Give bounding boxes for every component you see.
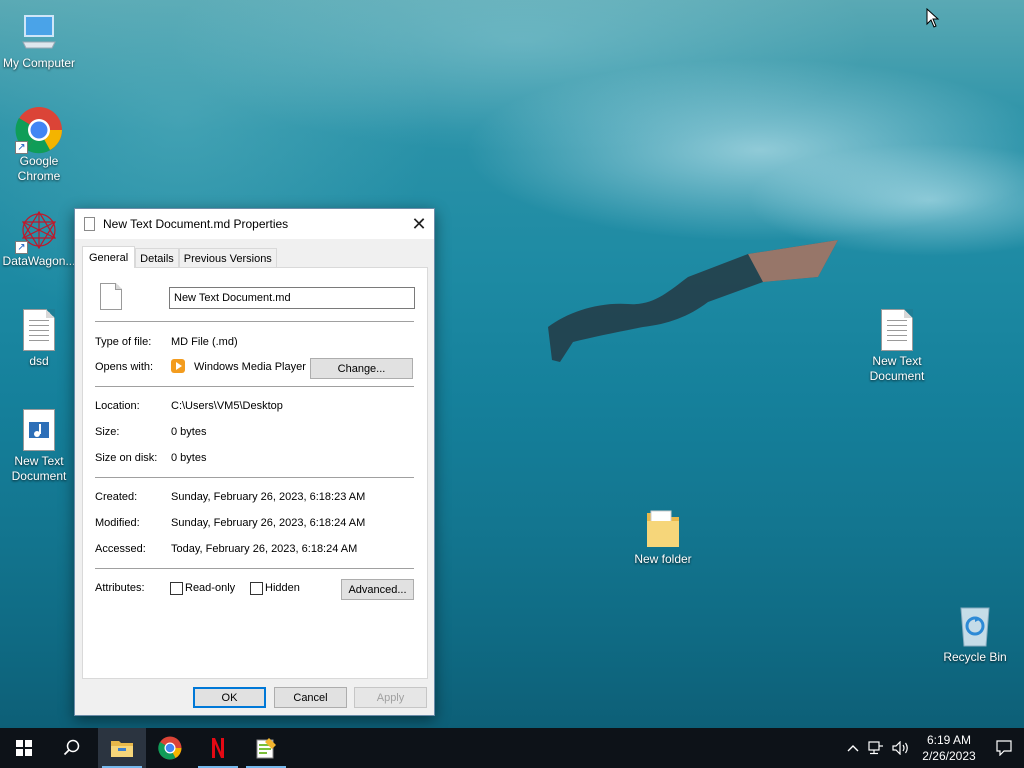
hidden-label[interactable]: Hidden: [265, 582, 300, 594]
accessed-label: Accessed:: [95, 543, 146, 555]
computer-icon: [15, 8, 63, 56]
desktop-icon-label: DataWagon...: [2, 254, 76, 268]
media-file-icon: [15, 406, 63, 454]
desktop-icon-new-text-document-right[interactable]: New Text Document: [857, 306, 937, 384]
modified-value: Sunday, February 26, 2023, 6:18:24 AM: [171, 517, 366, 529]
close-icon[interactable]: ✕: [404, 209, 434, 239]
start-button[interactable]: [0, 728, 48, 768]
taskbar-notepad-plus[interactable]: [242, 728, 290, 768]
separator: [95, 568, 414, 569]
network-button[interactable]: [864, 728, 888, 768]
windows-logo-icon: [16, 740, 32, 756]
desktop-icon-label: Recycle Bin: [943, 650, 1007, 664]
file-properties-dialog: New Text Document.md Properties ✕ Genera…: [74, 208, 435, 716]
diver-illustration: [548, 240, 838, 362]
taskbar-google-chrome[interactable]: [146, 728, 194, 768]
file-name-input[interactable]: [169, 287, 415, 309]
volume-button[interactable]: [888, 728, 914, 768]
accessed-value: Today, February 26, 2023, 6:18:24 AM: [171, 543, 358, 555]
netflix-icon: [212, 738, 224, 758]
shortcut-arrow-icon: ↗: [15, 241, 28, 254]
windows-media-player-icon: [171, 359, 185, 373]
cancel-button[interactable]: Cancel: [274, 687, 347, 708]
apply-button[interactable]: Apply: [354, 687, 427, 708]
datawagon-icon: ↗: [15, 206, 63, 254]
desktop-icon-my-computer[interactable]: My Computer: [0, 8, 79, 71]
notification-icon: [996, 740, 1012, 756]
opens-with-value: Windows Media Player: [194, 361, 306, 373]
text-file-icon: [873, 306, 921, 354]
dialog-titlebar[interactable]: New Text Document.md Properties ✕: [75, 209, 434, 239]
type-of-file-value: MD File (.md): [171, 336, 238, 348]
size-on-disk-label: Size on disk:: [95, 452, 158, 464]
separator: [95, 386, 414, 387]
general-tab-panel: Type of file: MD File (.md) Opens with: …: [82, 267, 428, 679]
chevron-up-icon: [847, 745, 859, 752]
mouse-cursor-icon: [926, 8, 940, 28]
shortcut-arrow-icon: ↗: [15, 141, 28, 154]
read-only-label[interactable]: Read-only: [185, 582, 235, 594]
separator: [95, 477, 414, 478]
show-hidden-icons-button[interactable]: [842, 728, 864, 768]
attributes-label: Attributes:: [95, 582, 145, 594]
notepad-plus-icon: [256, 738, 276, 759]
read-only-checkbox[interactable]: [170, 582, 183, 595]
created-label: Created:: [95, 491, 138, 503]
dialog-tabs: General Details Previous Versions: [82, 246, 277, 268]
tab-previous-versions[interactable]: Previous Versions: [178, 248, 277, 268]
tab-details[interactable]: Details: [135, 248, 179, 268]
clock[interactable]: 6:19 AM 2/26/2023: [914, 732, 984, 764]
recycle-bin-icon: [951, 602, 999, 650]
folder-icon: [639, 504, 687, 552]
desktop-icon-label: Google Chrome: [17, 154, 61, 183]
taskbar-file-explorer[interactable]: [98, 728, 146, 768]
desktop-icon-new-text-document-left[interactable]: New Text Document: [0, 406, 79, 484]
type-of-file-label: Type of file:: [95, 336, 152, 348]
desktop-icon-recycle-bin[interactable]: Recycle Bin: [935, 602, 1015, 665]
desktop-icon-label: New folder: [634, 552, 692, 566]
search-button[interactable]: [48, 728, 96, 768]
dialog-title: New Text Document.md Properties: [103, 217, 289, 231]
advanced-button[interactable]: Advanced...: [341, 579, 414, 600]
size-value: 0 bytes: [171, 426, 207, 438]
system-tray: 6:19 AM 2/26/2023: [842, 728, 1024, 768]
location-value: C:\Users\VM5\Desktop: [171, 400, 283, 412]
separator: [95, 321, 414, 322]
text-file-icon: [15, 306, 63, 354]
desktop-icon-dsd[interactable]: dsd: [0, 306, 79, 369]
location-label: Location:: [95, 400, 140, 412]
file-explorer-icon: [111, 741, 133, 757]
size-on-disk-value: 0 bytes: [171, 452, 207, 464]
desktop-icon-label: New Text Document: [11, 454, 67, 483]
desktop-icon-label: New Text Document: [869, 354, 925, 383]
desktop-icon-new-folder[interactable]: New folder: [623, 504, 703, 567]
size-label: Size:: [95, 426, 120, 438]
taskbar-netflix[interactable]: [194, 728, 242, 768]
desktop-icon-datawagon[interactable]: ↗ DataWagon...: [0, 206, 79, 269]
tab-general[interactable]: General: [82, 246, 136, 268]
file-icon: [100, 283, 122, 310]
network-icon: [868, 741, 883, 755]
clock-time: 6:19 AM: [926, 733, 972, 747]
search-icon: [63, 739, 80, 756]
clock-date: 2/26/2023: [922, 749, 976, 763]
desktop-icon-google-chrome[interactable]: ↗ Google Chrome: [0, 106, 79, 184]
modified-label: Modified:: [95, 517, 140, 529]
action-center-button[interactable]: [984, 728, 1024, 768]
ok-button[interactable]: OK: [193, 687, 266, 708]
hidden-checkbox[interactable]: [250, 582, 263, 595]
document-icon: [84, 217, 95, 231]
speaker-icon: [892, 741, 908, 755]
change-button[interactable]: Change...: [310, 358, 413, 379]
taskbar: 6:19 AM 2/26/2023: [0, 728, 1024, 768]
desktop-icon-label: dsd: [29, 354, 49, 368]
chrome-icon: [158, 736, 182, 760]
opens-with-label: Opens with:: [95, 361, 154, 373]
desktop-icon-label: My Computer: [2, 56, 76, 70]
chrome-icon: ↗: [15, 106, 63, 154]
created-value: Sunday, February 26, 2023, 6:18:23 AM: [171, 491, 366, 503]
